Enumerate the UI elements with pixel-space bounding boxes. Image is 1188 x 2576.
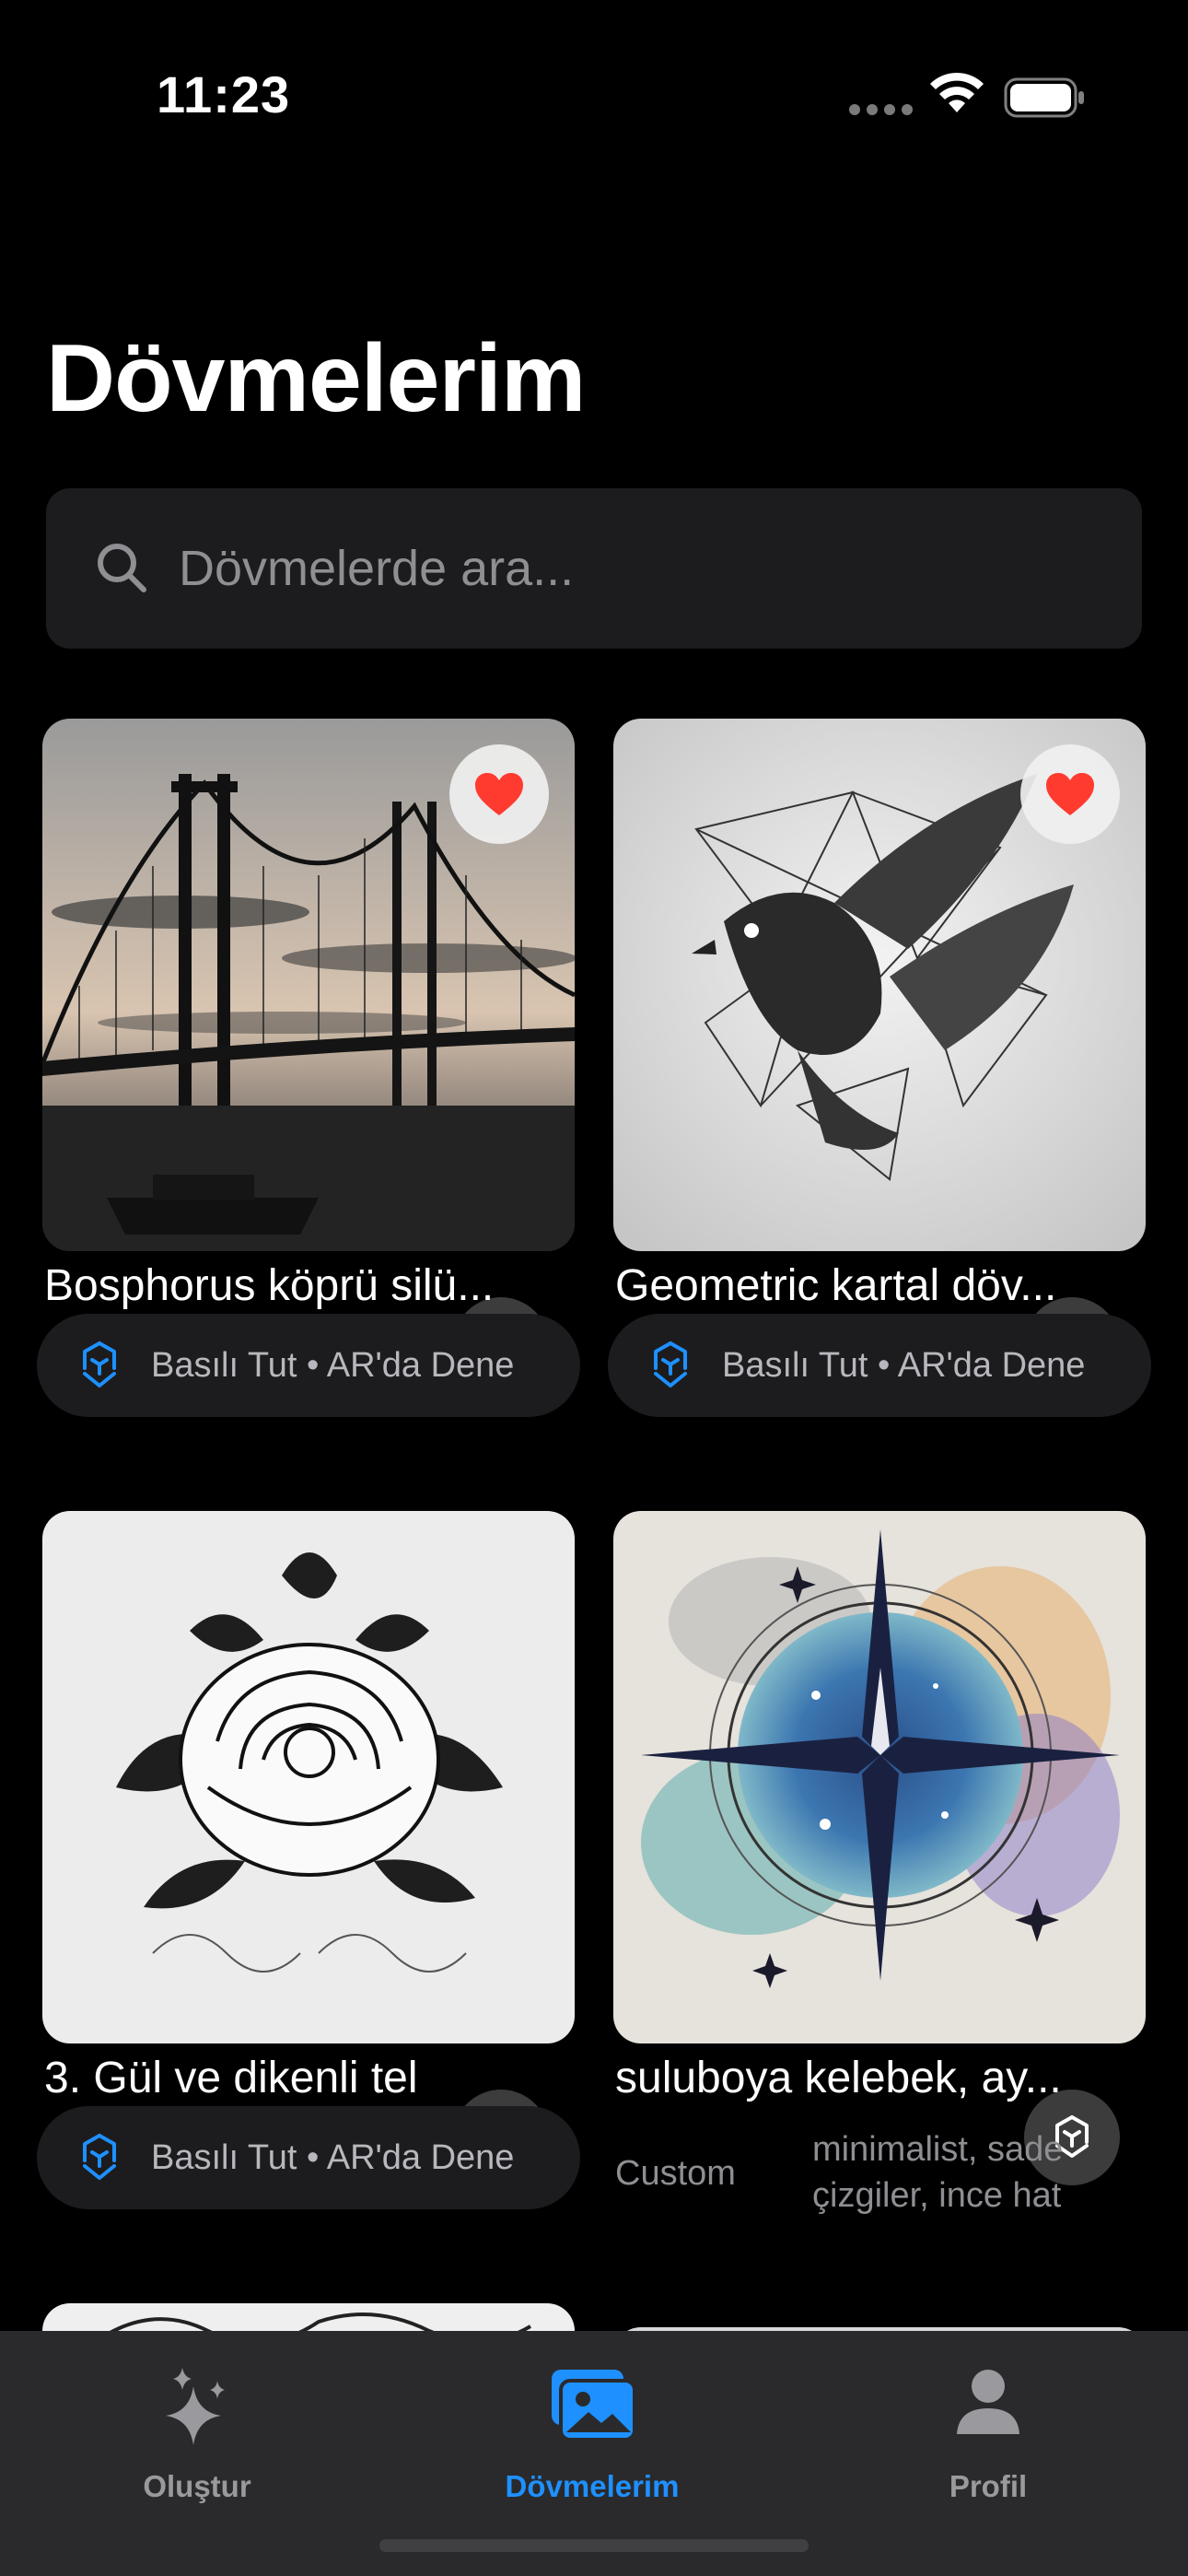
- tab-dovmelerim[interactable]: Dövmelerim: [472, 2349, 712, 2534]
- tab-label: Dövmelerim: [505, 2469, 680, 2503]
- home-indicator[interactable]: [379, 2539, 809, 2552]
- tattoo-image[interactable]: [613, 1511, 1146, 2043]
- tab-olustur[interactable]: Oluştur: [77, 2349, 317, 2534]
- search-input[interactable]: [177, 525, 1083, 612]
- tattoo-card[interactable]: Geometric kartal döv... Basılı Tut • AR'…: [608, 719, 1151, 1419]
- card-title: 3. Gül ve dikenli tel: [44, 2054, 418, 2102]
- cellular-signal-icon: [849, 103, 919, 120]
- ar-cube-icon: [654, 1341, 687, 1388]
- card-title: Geometric kartal döv...: [615, 1261, 1057, 1310]
- search-bar[interactable]: [46, 488, 1142, 649]
- sparkles-icon: [166, 2368, 225, 2445]
- ar-try-button[interactable]: Basılı Tut • AR'da Dene: [37, 1314, 580, 1417]
- tab-label: Oluştur: [143, 2469, 251, 2503]
- favorite-button[interactable]: [449, 744, 549, 844]
- favorite-button[interactable]: [1020, 744, 1120, 844]
- card-title: Bosphorus köprü silü...: [44, 1261, 495, 1310]
- person-icon: [957, 2370, 1019, 2434]
- tab-label: Profil: [949, 2469, 1028, 2503]
- ar-hint-label: Basılı Tut • AR'da Dene: [151, 2137, 515, 2177]
- heart-icon: [475, 773, 523, 815]
- tattoo-card[interactable]: suluboya kelebek, ay... Custom minimalis…: [613, 1511, 1146, 2215]
- ar-cube-icon: [83, 2134, 116, 2180]
- tab-profil[interactable]: Profil: [868, 2349, 1108, 2534]
- tattoo-card[interactable]: Bosphorus köprü silü... Basılı Tut • AR'…: [37, 719, 580, 1419]
- tattoo-image[interactable]: [42, 1511, 575, 2043]
- ar-try-button[interactable]: Basılı Tut • AR'da Dene: [608, 1314, 1151, 1417]
- status-time: 11:23: [157, 65, 291, 123]
- ar-hint-label: Basılı Tut • AR'da Dene: [722, 1345, 1086, 1385]
- card-title: suluboya kelebek, ay...: [615, 2054, 1062, 2102]
- search-icon: [98, 544, 146, 592]
- photos-icon: [552, 2370, 636, 2441]
- ar-hint-label: Basılı Tut • AR'da Dene: [151, 1345, 515, 1385]
- tab-bar: Oluştur Dövmelerim Profil: [0, 2331, 1188, 2576]
- status-bar: 11:23: [0, 0, 1188, 184]
- page-title: Dövmelerim: [46, 325, 586, 432]
- ar-cube-icon: [83, 1341, 116, 1388]
- ar-try-button[interactable]: Basılı Tut • AR'da Dene: [37, 2106, 580, 2209]
- details-label: minimalist, sade çizgiler, ince hat: [812, 2130, 1064, 2215]
- tattoo-card[interactable]: 3. Gül ve dikenli tel Basılı Tut • AR'da…: [37, 1511, 580, 2211]
- heart-icon: [1046, 773, 1094, 815]
- wifi-icon: [930, 72, 984, 112]
- style-label: Custom: [615, 2154, 736, 2193]
- battery-icon: [1004, 77, 1084, 118]
